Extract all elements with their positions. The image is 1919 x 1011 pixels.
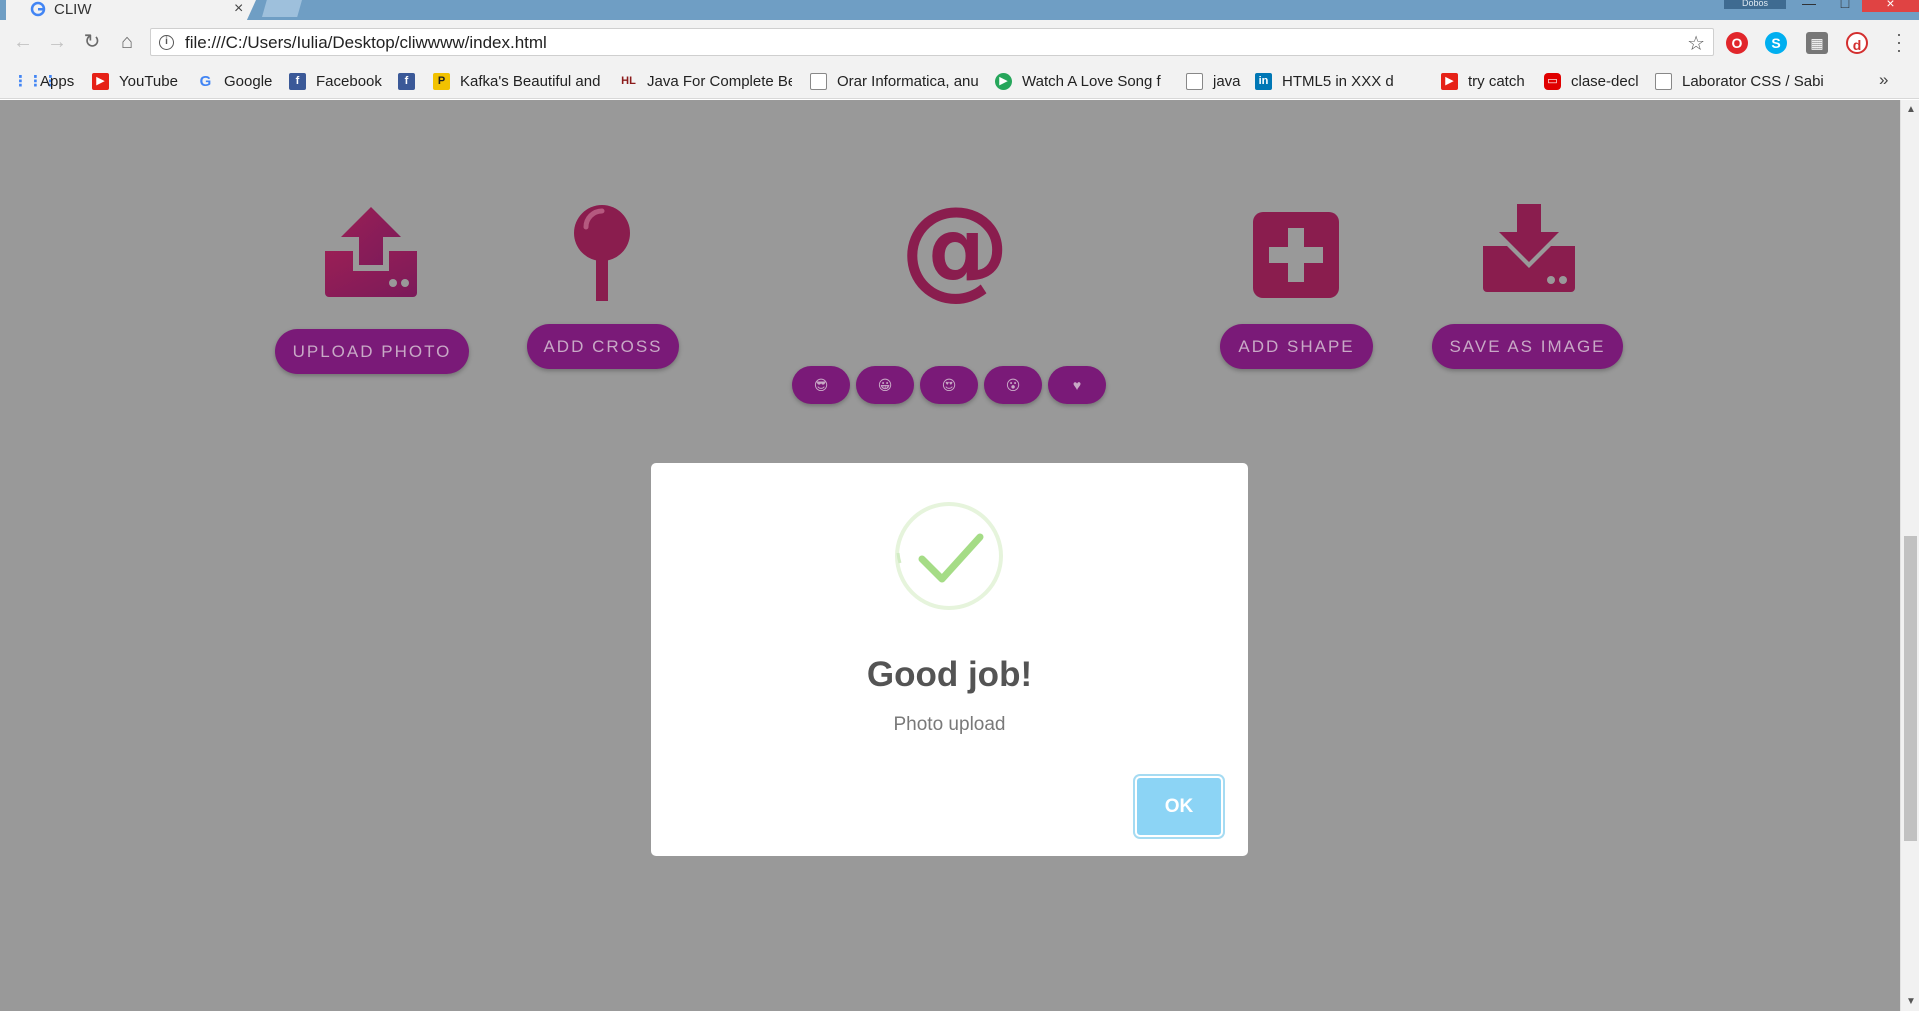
dialog-title: Good job! [866, 655, 1033, 694]
add-shape-button[interactable]: ADD SHAPE [1220, 324, 1373, 369]
youtube-icon: ▶ [1441, 72, 1458, 90]
extension-puzzle-icon[interactable]: ▦ [1806, 32, 1828, 54]
plus-square-icon [1253, 212, 1339, 298]
bookmark-label: Java For Complete Be [647, 72, 792, 90]
skype-extension-icon[interactable]: S [1765, 32, 1787, 54]
opera-extension-icon[interactable]: O [1726, 32, 1748, 54]
save-as-image-button[interactable]: SAVE AS IMAGE [1432, 324, 1623, 369]
bookmark-java[interactable]: java [1186, 70, 1241, 92]
bookmark-love-song[interactable]: ▶ Watch A Love Song f [995, 70, 1163, 92]
youtube-icon: ▶ [92, 72, 109, 90]
forward-arrow-icon[interactable]: → [46, 31, 68, 53]
bookmark-try-catch[interactable]: ▶ try catch [1441, 70, 1525, 92]
success-check-icon [895, 502, 1003, 610]
bookmark-clase-decl[interactable]: ▭ clase-decl [1544, 70, 1639, 92]
bookmark-html5[interactable]: in HTML5 in XXX de mi [1255, 70, 1393, 92]
back-arrow-icon[interactable]: ← [12, 31, 34, 53]
pin-icon [574, 205, 630, 301]
oracle-icon: ▭ [1544, 72, 1561, 90]
bookmark-label: HTML5 in XXX de mi [1282, 72, 1393, 90]
bookmark-kafka[interactable]: P Kafka's Beautiful and [433, 70, 603, 92]
emoji-wow-button[interactable]: 😮 [984, 366, 1042, 404]
address-url[interactable]: file:///C:/Users/Iulia/Desktop/cliwwww/i… [185, 33, 547, 53]
user-profile-badge[interactable]: Dobos [1724, 0, 1786, 9]
bookmark-facebook[interactable]: f Facebook [289, 70, 382, 92]
emoji-cool-button[interactable]: 😎 [792, 366, 850, 404]
download-icon [1483, 204, 1575, 292]
bookmark-orar[interactable]: Orar Informatica, anu [810, 70, 978, 92]
add-cross-button[interactable]: ADD CROSS [527, 324, 679, 369]
bookmark-java-complete[interactable]: HL Java For Complete Be [620, 70, 792, 92]
google-favicon-icon [30, 1, 46, 17]
page-viewport: UPLOAD PHOTO ADD CROSS @ 😎 😀 😍 😮 ♥ ADD S… [0, 100, 1900, 1011]
heart-button[interactable]: ♥ [1048, 366, 1106, 404]
address-bar[interactable]: i file:///C:/Users/Iulia/Desktop/cliwwww… [150, 28, 1714, 56]
bookmark-label: Google [224, 72, 273, 90]
hl-icon: HL [621, 74, 636, 87]
kafka-icon: P [433, 72, 450, 90]
new-tab-button[interactable] [262, 0, 302, 17]
bookmark-label: Kafka's Beautiful and [460, 72, 601, 90]
upload-icon [325, 207, 417, 297]
ok-button[interactable]: OK [1135, 776, 1223, 837]
apps-grid-icon: ⋮⋮⋮ [13, 72, 58, 90]
bookmark-label: try catch [1468, 72, 1525, 90]
success-dialog: Good job! Photo upload OK [651, 463, 1248, 856]
dialog-message: Photo upload [893, 714, 1006, 735]
browser-toolbar: ← → ↻ ⌂ i file:///C:/Users/Iulia/Desktop… [0, 20, 1919, 62]
bookmark-star-icon[interactable]: ☆ [1687, 31, 1705, 56]
chart-extension-icon[interactable]: d [1846, 32, 1868, 54]
bookmark-label: Orar Informatica, anu [837, 72, 978, 90]
emoji-grin-button[interactable]: 😀 [856, 366, 914, 404]
bookmark-label: Watch A Love Song f [1022, 72, 1161, 90]
tab-title: CLIW [54, 1, 92, 18]
site-info-icon[interactable]: i [159, 35, 174, 50]
bookmark-label: Apps [40, 72, 75, 90]
bookmark-youtube[interactable]: ▶ YouTube [92, 70, 178, 92]
bookmarks-bar: ⋮⋮⋮ Apps ▶ YouTube G Google f Facebook f… [0, 62, 1919, 99]
bookmark-label: Laborator CSS / Sabi [1682, 72, 1824, 90]
window-close-icon[interactable]: × [1862, 0, 1919, 12]
bookmark-label: YouTube [119, 72, 178, 90]
home-icon[interactable]: ⌂ [116, 31, 138, 53]
browser-tab[interactable]: CLIW × [6, 0, 256, 22]
facebook-icon: f [289, 72, 306, 90]
facebook-icon: f [398, 72, 415, 90]
tab-close-icon[interactable]: × [234, 0, 243, 18]
reload-icon[interactable]: ↻ [81, 31, 103, 53]
bookmark-label: clase-decl [1571, 72, 1639, 90]
bookmark-laborator-css[interactable]: Laborator CSS / Sabi [1655, 70, 1826, 92]
minimize-icon[interactable]: — [1790, 0, 1828, 12]
scroll-up-icon[interactable]: ▲ [1906, 104, 1916, 115]
upload-photo-button[interactable]: UPLOAD PHOTO [275, 329, 469, 374]
bookmark-google[interactable]: G Google [197, 70, 273, 92]
bookmark-apps[interactable]: ⋮⋮⋮ Apps [13, 70, 74, 92]
scroll-down-icon[interactable]: ▼ [1906, 996, 1916, 1007]
linkedin-icon: in [1255, 72, 1272, 90]
play-icon: ▶ [995, 72, 1012, 90]
bookmark-label: Facebook [316, 72, 382, 90]
page-scrollbar[interactable]: ▲ ▼ [1900, 100, 1919, 1011]
emoji-love-button[interactable]: 😍 [920, 366, 978, 404]
scrollbar-thumb[interactable] [1904, 536, 1917, 841]
page-icon [1655, 72, 1672, 90]
bookmarks-overflow-icon[interactable]: » [1879, 70, 1888, 90]
google-g-icon: G [199, 72, 212, 90]
bookmark-facebook-2[interactable]: f [398, 70, 425, 92]
maximize-icon[interactable]: □ [1826, 0, 1864, 12]
browser-titlebar: CLIW × Dobos — □ × [0, 0, 1919, 22]
page-icon [810, 72, 827, 90]
bookmark-label: java [1213, 72, 1241, 90]
at-sign-icon: @ [900, 183, 1010, 311]
page-icon [1186, 72, 1203, 90]
browser-menu-icon[interactable]: · · · [1894, 25, 1904, 59]
